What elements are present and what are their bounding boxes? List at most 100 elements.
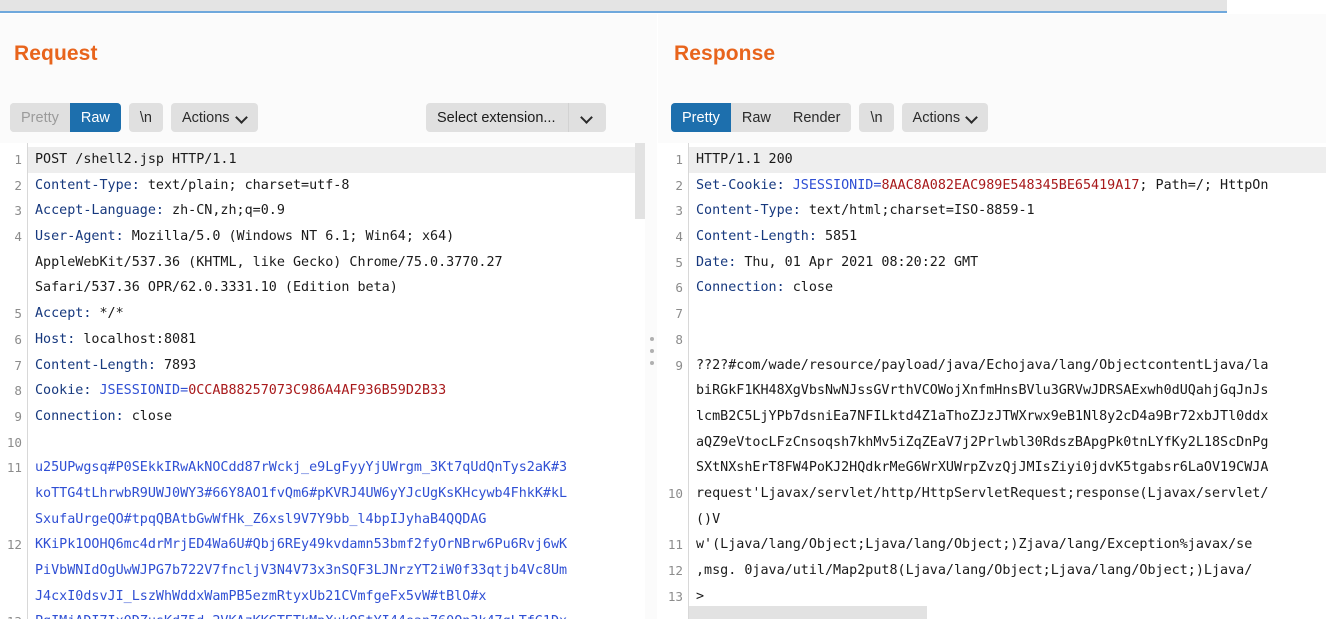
header-name: Date: [696, 254, 737, 270]
request-actions-label: Actions [181, 109, 230, 126]
message-wrapped-line: lcmB2C5LjYPb7dsniEa7NFILktd4Z1aThoZJzJTW… [696, 408, 1269, 424]
request-view-mode-group: Pretty Raw [10, 103, 121, 132]
line-number [658, 378, 688, 404]
message-header-line: Host: localhost:8081 [35, 327, 637, 353]
response-tab-render[interactable]: Render [781, 103, 852, 132]
message-body-line: KKiPk1OOHQ6mc4drMrjED4Wa6U#Qbj6REy49kvda… [35, 537, 568, 553]
request-line-number-gutter: 1234 567891011 12 13 [0, 143, 28, 619]
request-tab-raw[interactable]: Raw [69, 103, 121, 132]
line-number: 13 [667, 588, 683, 604]
message-body-wrapped-line: J4cxI0dsvJI_LszWhWddxWamPB5ezmRtyxUb21CV… [35, 588, 487, 604]
request-toolbar: Pretty Raw \n Actions [10, 103, 258, 132]
cookie-value: 8AAC8A082EAC989E548345BE65419A17 [881, 177, 1140, 193]
header-name: User-Agent: [35, 229, 124, 245]
line-number: 13 [0, 609, 27, 619]
line-number: 4 [675, 229, 683, 245]
header-name: Cookie: [35, 383, 92, 399]
header-name: Set-Cookie: [696, 177, 785, 193]
message-wrapped-line: Safari/537.36 OPR/62.0.3331.10 (Edition … [35, 280, 398, 296]
header-name: Content-Type: [35, 177, 140, 193]
select-extension-label: Select extension... [437, 109, 556, 126]
header-value: text/plain; charset=utf-8 [139, 177, 350, 193]
message-cookie-line: Cookie: JSESSIONID=0CCAB88257073C986A4AF… [35, 378, 637, 404]
line-number: 7 [14, 357, 22, 373]
message-body-wrapped-line: SxufaUrgeQO#tpqQBAtbGwWfHk_Z6xsl9V7Y9bb_… [35, 511, 487, 527]
line-number: 9 [675, 357, 683, 373]
select-extension-arrow[interactable] [567, 103, 606, 132]
response-actions-button[interactable]: Actions [901, 103, 989, 132]
line-number: 9 [14, 408, 22, 424]
line-number: 4 [14, 229, 22, 245]
vertical-splitter-handle[interactable] [649, 337, 654, 365]
message-header-line: Accept: */* [35, 301, 637, 327]
response-panel: Response Pretty Raw Render \n Actions 12… [658, 14, 1326, 619]
cookie-attributes: ; Path=/; HttpOn [1139, 177, 1269, 193]
message-header-line: Accept-Language: zh-CN,zh;q=0.9 [35, 198, 637, 224]
response-tab-raw[interactable]: Raw [730, 103, 782, 132]
request-actions-button[interactable]: Actions [170, 103, 258, 132]
message-body-wrapped-line: PiVbWNIdOgUwWJPG7b722V7fncljV3N4V73x3nSQ… [35, 563, 568, 578]
response-message-text[interactable]: HTTP/1.1 200 Set-Cookie: JSESSIONID=8AAC8… [689, 143, 1326, 619]
line-number: 11 [6, 460, 22, 476]
header-value: zh-CN,zh;q=0.9 [164, 203, 285, 219]
select-extension-dropdown[interactable]: Select extension... [426, 103, 606, 132]
message-wrapped-line: ()V [696, 511, 721, 527]
header-value: */* [91, 306, 124, 322]
message-header-line: Date: Thu, 01 Apr 2021 08:20:22 GMT [696, 250, 1326, 276]
header-name: Connection: [696, 280, 785, 296]
top-chrome [0, 0, 1326, 18]
header-name: Content-Length: [35, 357, 156, 373]
line-number: 6 [675, 280, 683, 296]
message-wrapped-line: aQZ9eVtocLFzCnsoqsh7khMv5iZqZEaV7j2Prlwb… [696, 434, 1269, 450]
burp-repeater-message-view: Request Pretty Raw \n Actions Select ext… [0, 0, 1326, 619]
message-body-line: w'(Ljava/lang/Object;Ljava/lang/Object;)… [696, 537, 1253, 553]
line-number [658, 609, 688, 619]
line-number: 3 [675, 203, 683, 219]
header-value: close [123, 408, 173, 424]
top-blue-rule [0, 11, 1227, 13]
splitter-dot [649, 349, 654, 353]
message-header-line: Connection: close [696, 275, 1326, 301]
message-body-line: u25UPwgsq#P0SEkkIRwAkNOCdd87rWckj_e9LgFy… [35, 460, 568, 476]
line-number [0, 507, 27, 533]
response-actions-label: Actions [912, 109, 961, 126]
response-newline-toggle[interactable]: \n [859, 103, 894, 132]
line-number: 11 [667, 537, 683, 553]
line-number: 2 [675, 177, 683, 193]
message-header-line: Content-Type: text/plain; charset=utf-8 [35, 173, 637, 199]
header-value: close [784, 280, 834, 296]
message-start-line: HTTP/1.1 200 [689, 147, 1326, 173]
line-number: 8 [675, 331, 683, 347]
chevron-down-icon [582, 112, 592, 122]
response-horizontal-scrollbar-thumb[interactable] [689, 606, 927, 619]
response-panel-title: Response [674, 42, 776, 65]
request-tab-pretty[interactable]: Pretty [10, 103, 70, 132]
message-start-line: POST /shell2.jsp HTTP/1.1 [28, 147, 637, 173]
header-value: Thu, 01 Apr 2021 08:20:22 GMT [736, 254, 979, 270]
request-vertical-scrollbar-thumb[interactable] [635, 143, 645, 219]
cookie-value: 0CCAB88257073C986A4AF936B59D2B33 [188, 383, 447, 399]
message-header-line: Connection: close [35, 404, 637, 430]
header-value: Mozilla/5.0 (Windows NT 6.1; Win64; x64) [123, 229, 455, 245]
chevron-down-icon [237, 112, 247, 122]
cookie-name: JSESSIONID= [91, 383, 189, 399]
request-editor[interactable]: 1234 567891011 12 13 POST /shell2.jsp HT… [0, 143, 637, 619]
line-number [0, 275, 27, 301]
request-message-text[interactable]: POST /shell2.jsp HTTP/1.1 Content-Type: t… [28, 143, 637, 619]
line-number [0, 250, 27, 276]
header-value: 7893 [155, 357, 197, 373]
response-view-mode-group: Pretty Raw Render [671, 103, 852, 132]
header-name: Host: [35, 331, 76, 347]
line-number: 8 [14, 383, 22, 399]
message-body-line: ,msg. 0java/util/Map2put8(Ljava/lang/Obj… [696, 563, 1253, 578]
response-line-number-gutter: 123456789 10 11 12 13 [658, 143, 689, 619]
line-number [658, 430, 688, 456]
line-number: 3 [14, 203, 22, 219]
line-number: 12 [667, 563, 683, 578]
response-editor[interactable]: 123456789 10 11 12 13 HTTP/1.1 200 Set-Cook… [658, 143, 1326, 619]
response-tab-pretty[interactable]: Pretty [671, 103, 731, 132]
line-number: 10 [6, 434, 22, 450]
header-value: 5851 [816, 229, 858, 245]
request-newline-toggle[interactable]: \n [128, 103, 163, 132]
splitter-dot [649, 337, 654, 341]
